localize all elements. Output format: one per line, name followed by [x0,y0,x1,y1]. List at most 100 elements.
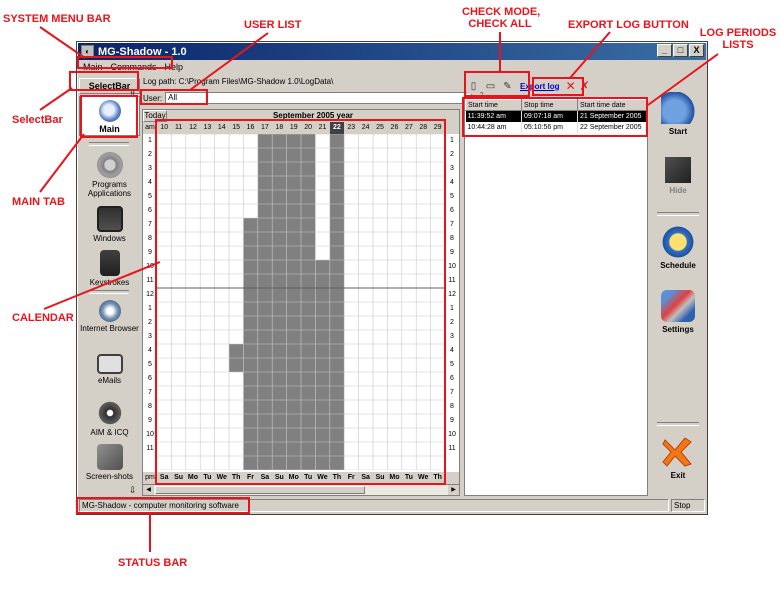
activity-cell[interactable] [286,442,301,456]
tab-windows[interactable]: Windows [79,206,140,243]
activity-cell[interactable] [301,162,316,176]
activity-cell[interactable] [329,400,345,414]
activity-cell[interactable] [257,428,273,442]
activity-cell[interactable] [243,218,258,232]
activity-cell[interactable] [286,246,301,260]
export-log-button[interactable]: Export log [518,81,562,92]
activity-cell[interactable] [286,218,301,232]
activity-cell[interactable] [329,148,345,162]
activity-cell[interactable] [315,442,330,456]
scroll-down-icon[interactable]: ⇩ [129,486,137,496]
schedule-button[interactable]: Schedule [651,226,705,270]
activity-cell[interactable] [329,386,345,400]
activity-cell[interactable] [272,288,287,302]
activity-cell[interactable] [257,246,273,260]
activity-cell[interactable] [243,428,258,442]
activity-cell[interactable] [243,386,258,400]
activity-cell[interactable] [301,190,316,204]
activity-cell[interactable] [272,330,287,344]
activity-cell[interactable] [286,386,301,400]
activity-cell[interactable] [301,400,316,414]
activity-cell[interactable] [315,400,330,414]
activity-cell[interactable] [286,372,301,386]
activity-cell[interactable] [257,372,273,386]
activity-cell[interactable] [315,386,330,400]
activity-cell[interactable] [286,456,301,470]
activity-cell[interactable] [329,442,345,456]
activity-cell[interactable] [301,344,316,358]
activity-cell[interactable] [286,176,301,190]
activity-cell[interactable] [301,288,316,302]
activity-cell[interactable] [272,162,287,176]
activity-cell[interactable] [286,190,301,204]
activity-cell[interactable] [329,288,345,302]
activity-cell[interactable] [301,148,316,162]
activity-cell[interactable] [243,260,258,274]
table-row[interactable]: 10:44:28 am 05:10:56 pm 22 September 200… [465,121,647,133]
column-start-date[interactable]: Start time date [577,99,647,111]
log-periods-list[interactable]: Start time Stop time Start time date 11:… [464,98,648,496]
hide-button[interactable]: Hide [651,154,705,195]
column-start-time[interactable]: Start time [465,99,522,111]
activity-cell[interactable] [301,428,316,442]
activity-cell[interactable] [257,190,273,204]
scrollbar-thumb[interactable] [155,486,365,494]
tab-programs[interactable]: Programs Applications [79,152,140,198]
activity-cell[interactable] [272,204,287,218]
menu-commands[interactable]: Commands [107,61,161,75]
title-bar[interactable]: ◐ MG-Shadow - 1.0 _ □ X [78,43,706,60]
activity-cell[interactable] [229,358,244,372]
activity-cell[interactable] [272,190,287,204]
check-mode-icon[interactable]: ▯ [467,78,480,94]
tab-screenshots[interactable]: Screen-shots [79,444,140,481]
app-icon[interactable]: ◐ [81,45,94,58]
activity-cell[interactable] [315,414,330,428]
activity-cell[interactable] [286,428,301,442]
activity-cell[interactable] [329,190,345,204]
activity-cell[interactable] [301,442,316,456]
tab-keystrokes[interactable]: Keystrokes [79,250,140,287]
activity-cell[interactable] [243,344,258,358]
activity-cell[interactable] [315,288,330,302]
activity-cell[interactable] [329,302,345,316]
activity-cell[interactable] [257,218,273,232]
activity-cell[interactable] [272,246,287,260]
activity-cell[interactable] [272,442,287,456]
activity-cell[interactable] [329,218,345,232]
activity-cell[interactable] [329,274,345,288]
activity-cell[interactable] [243,358,258,372]
check-all-icon[interactable]: ✎ [501,78,514,94]
activity-cell[interactable] [301,456,316,470]
check-page-icon[interactable]: ▭ [484,78,497,94]
activity-cell[interactable] [301,218,316,232]
activity-cell[interactable] [329,428,345,442]
activity-cell[interactable] [315,344,330,358]
activity-cell[interactable] [243,330,258,344]
activity-cell[interactable] [272,428,287,442]
activity-cell[interactable] [243,400,258,414]
activity-cell[interactable] [286,288,301,302]
tab-emails[interactable]: eMails [79,354,140,385]
activity-cell[interactable] [329,162,345,176]
activity-cell[interactable] [272,358,287,372]
activity-cell[interactable] [272,176,287,190]
activity-cell[interactable] [272,274,287,288]
activity-cell[interactable] [315,372,330,386]
activity-cell[interactable] [301,274,316,288]
activity-cell[interactable] [272,400,287,414]
activity-cell[interactable] [257,400,273,414]
activity-cell[interactable] [243,232,258,246]
activity-cell[interactable] [286,274,301,288]
activity-cell[interactable] [272,372,287,386]
table-row[interactable]: 11:39:52 am 09:07:18 am 21 September 200… [465,110,647,122]
activity-cell[interactable] [315,260,330,274]
activity-cell[interactable] [329,134,345,148]
activity-cell[interactable] [286,316,301,330]
activity-cell[interactable] [301,176,316,190]
delete-icon[interactable]: ✕ [566,79,576,93]
activity-cell[interactable] [286,232,301,246]
activity-cell[interactable] [257,358,273,372]
activity-cell[interactable] [257,176,273,190]
activity-cell[interactable] [286,414,301,428]
activity-cell[interactable] [329,176,345,190]
